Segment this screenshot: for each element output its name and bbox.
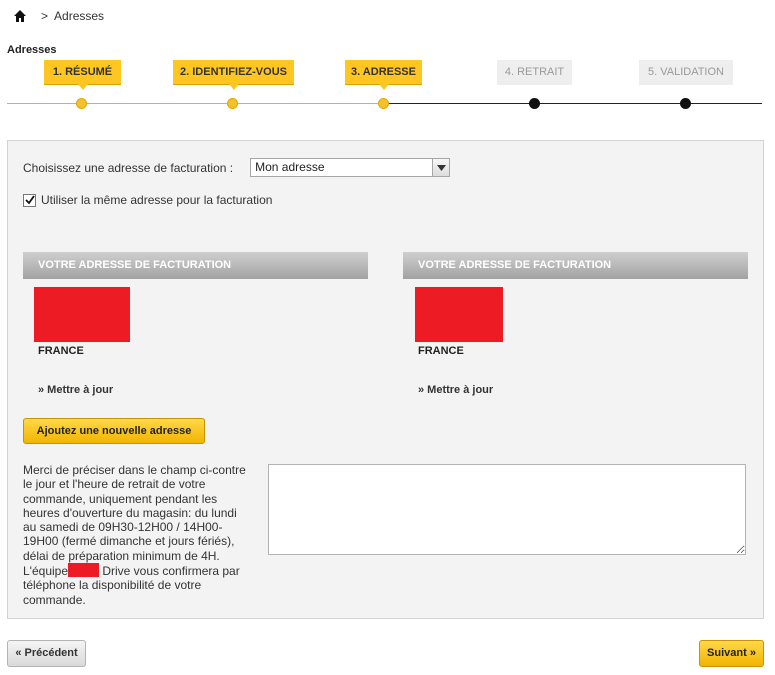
pickup-instructions: Merci de préciser dans le champ ci-contr… xyxy=(23,463,251,607)
same-address-checkbox[interactable] xyxy=(23,193,36,207)
address-card-2: VOTRE ADRESSE DE FACTURATION FRANCE » Me… xyxy=(403,252,748,396)
breadcrumb-separator: > xyxy=(41,9,49,23)
chevron-down-icon[interactable] xyxy=(432,159,450,176)
billing-address-select[interactable]: Mon adresse xyxy=(250,158,451,177)
address-card-1: VOTRE ADRESSE DE FACTURATION FRANCE » Me… xyxy=(23,252,368,396)
address-card-header: VOTRE ADRESSE DE FACTURATION xyxy=(403,252,748,279)
address-card-header: VOTRE ADRESSE DE FACTURATION xyxy=(23,252,368,279)
step-validation: 5. VALIDATION xyxy=(639,60,733,85)
home-icon[interactable] xyxy=(13,9,27,23)
step-resume[interactable]: 1. RÉSUMÉ xyxy=(44,60,121,90)
same-address-label[interactable]: Utiliser la même adresse pour la factura… xyxy=(41,193,272,207)
step-adresse[interactable]: 3. ADRESSE xyxy=(345,60,422,90)
address-panel: Choisissez une adresse de facturation : … xyxy=(7,140,764,619)
update-address-link[interactable]: » Mettre à jour xyxy=(418,384,493,396)
progress-track-completed xyxy=(7,103,384,104)
step-dot-5 xyxy=(680,98,691,109)
address-country: FRANCE xyxy=(418,345,464,357)
step-retrait: 4. RETRAIT xyxy=(497,60,572,85)
same-address-row: Utiliser la même adresse pour la factura… xyxy=(23,193,272,207)
redacted-address-block xyxy=(415,287,503,342)
step-dot-4 xyxy=(529,98,540,109)
redacted-address-block xyxy=(34,287,130,342)
pickup-instructions-text: Merci de préciser dans le champ ci-contr… xyxy=(23,463,246,579)
billing-select-value: Mon adresse xyxy=(255,160,325,174)
breadcrumb: > Adresses xyxy=(13,9,104,23)
page-title: Adresses xyxy=(7,44,57,56)
redacted-store-name xyxy=(68,563,99,578)
checkout-steps: 1. RÉSUMÉ 2. IDENTIFIEZ-VOUS 3. ADRESSE … xyxy=(0,58,775,118)
step-dot-1 xyxy=(76,98,87,109)
pickup-comment-textarea[interactable] xyxy=(268,464,746,555)
add-address-button[interactable]: Ajoutez une nouvelle adresse xyxy=(23,418,205,444)
address-country: FRANCE xyxy=(38,345,84,357)
next-button[interactable]: Suivant » xyxy=(699,640,764,667)
billing-select-row: Choisissez une adresse de facturation : … xyxy=(23,158,451,177)
step-identifiez-vous[interactable]: 2. IDENTIFIEZ-VOUS xyxy=(173,60,294,90)
progress-track-remaining xyxy=(384,103,762,104)
step-dot-2 xyxy=(227,98,238,109)
previous-button[interactable]: « Précédent xyxy=(7,640,86,667)
update-address-link[interactable]: » Mettre à jour xyxy=(38,384,113,396)
billing-select-label: Choisissez une adresse de facturation : xyxy=(23,160,234,175)
breadcrumb-current: Adresses xyxy=(54,9,105,23)
step-dot-3 xyxy=(378,98,389,109)
